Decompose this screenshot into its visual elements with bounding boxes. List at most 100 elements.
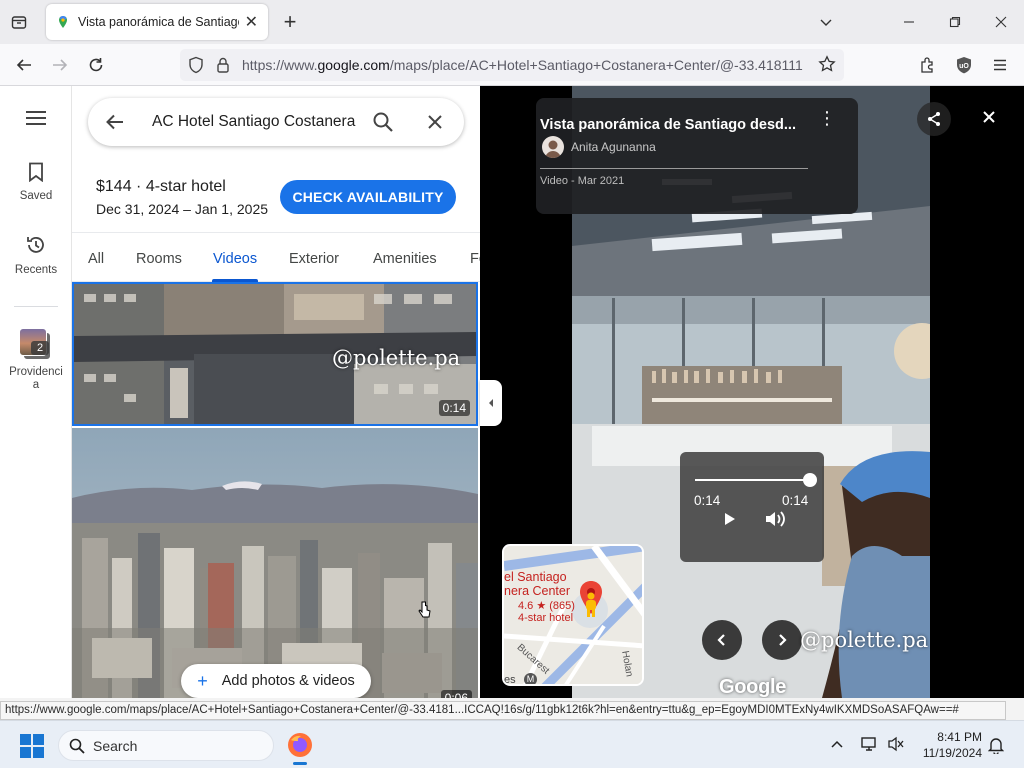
recent-place-thumbnail: 2 — [19, 328, 53, 360]
network-icon[interactable] — [860, 735, 878, 758]
history-icon — [27, 237, 44, 253]
saved-button[interactable]: Saved — [0, 162, 72, 202]
recent-place-providencia[interactable]: 2 Providencia — [0, 328, 72, 392]
bookmark-star-icon[interactable] — [818, 55, 836, 78]
total-time: 0:14 — [782, 493, 809, 508]
search-box[interactable]: AC Hotel Santiago Costanera Center — [88, 98, 464, 146]
progress-knob[interactable] — [803, 473, 817, 487]
more-options-icon[interactable]: ⋮ — [818, 109, 836, 127]
mini-map[interactable]: el Santiago nera Center 4.6 ★ (865) 4-st… — [502, 544, 644, 686]
metro-icon: M — [524, 673, 537, 684]
menu-icon — [26, 111, 46, 125]
previous-video-button[interactable] — [702, 620, 742, 660]
pegman-icon — [584, 592, 598, 623]
browser-nav-bar: https://www.google.com/maps/place/AC+Hot… — [0, 44, 1024, 86]
new-tab-button[interactable]: + — [278, 10, 302, 34]
forward-arrow-icon[interactable] — [46, 51, 74, 79]
add-photos-label: Add photos & videos — [221, 673, 355, 689]
clear-search-close-icon[interactable] — [424, 111, 446, 138]
recents-label: Recents — [14, 264, 58, 276]
progress-track[interactable] — [695, 479, 809, 481]
collapse-caret-icon — [489, 399, 493, 407]
maps-side-rail: Saved Recents 2 Providencia — [0, 86, 72, 698]
hamburger-menu-icon[interactable] — [986, 51, 1014, 79]
browser-tab-bar: Vista panorámica de Santiago d ✕ + — [0, 0, 1024, 44]
tab-rooms[interactable]: Rooms — [136, 251, 182, 267]
notification-bell-icon[interactable] — [987, 736, 1005, 759]
plus-icon: + — [197, 670, 208, 691]
browser-tab-active[interactable]: Vista panorámica de Santiago d ✕ — [46, 4, 268, 40]
tab-amenities[interactable]: Amenities — [373, 251, 437, 267]
tab-list-icon[interactable] — [6, 9, 32, 35]
maps-menu-button[interactable] — [0, 110, 72, 129]
tray-chevron-up-icon[interactable] — [830, 737, 844, 756]
back-arrow-icon[interactable] — [10, 51, 38, 79]
tab-videos[interactable]: Videos — [213, 251, 257, 267]
video-title: Vista panorámica de Santiago desd... — [540, 117, 796, 133]
place-panel: AC Hotel Santiago Costanera Center $144 … — [72, 86, 480, 698]
author-name[interactable]: Anita Agunanna — [571, 140, 656, 154]
close-window-icon[interactable] — [987, 8, 1015, 36]
saved-label: Saved — [19, 190, 53, 202]
tab-overflow-chevron-icon[interactable] — [812, 8, 840, 36]
chevron-left-icon — [717, 634, 725, 646]
video-controls: 0:14 0:14 — [680, 452, 824, 562]
next-video-button[interactable] — [762, 620, 802, 660]
video-duration-2: 0:06 — [440, 690, 472, 698]
search-back-arrow-icon[interactable] — [104, 111, 126, 138]
tab-all[interactable]: All — [88, 251, 104, 267]
mini-map-edge-text: es — [504, 674, 516, 686]
tab-exterior[interactable]: Exterior — [289, 251, 339, 267]
current-time: 0:14 — [694, 493, 721, 508]
taskbar-search[interactable]: Search — [58, 730, 274, 761]
volume-muted-icon[interactable] — [887, 735, 905, 758]
video-watermark: @polette.pa — [332, 346, 461, 370]
recents-button[interactable]: Recents — [0, 234, 72, 276]
firefox-taskbar-icon[interactable] — [287, 732, 313, 765]
minimize-window-icon[interactable] — [895, 8, 923, 36]
search-icon[interactable] — [372, 111, 394, 138]
recent-badge: 2 — [31, 341, 49, 355]
tab-title: Vista panorámica de Santiago d — [78, 15, 239, 29]
windows-start-icon[interactable] — [20, 734, 44, 763]
mini-map-place-line2: nera Center — [504, 584, 571, 598]
play-icon[interactable] — [720, 510, 738, 533]
google-maps-favicon-icon — [56, 15, 70, 29]
author-avatar[interactable] — [542, 136, 564, 158]
extensions-puzzle-icon[interactable] — [914, 51, 942, 79]
google-logo: Google — [719, 676, 787, 698]
video-thumbnail-2[interactable]: 0:06 — [72, 428, 478, 698]
system-clock[interactable]: 8:41 PM 11/19/2024 — [912, 729, 982, 761]
add-photos-videos-button[interactable]: + Add photos & videos — [181, 664, 371, 698]
video-viewer: Vista panorámica de Santiago desd... ⋮ A… — [480, 86, 1024, 698]
link-status-url: https://www.google.com/maps/place/AC+Hot… — [0, 701, 1006, 720]
clock-date: 11/19/2024 — [922, 746, 982, 760]
search-input[interactable]: AC Hotel Santiago Costanera Center — [152, 113, 358, 131]
video-meta: Video - Mar 2021 — [540, 175, 625, 187]
url-text: https://www.google.com/maps/place/AC+Hot… — [242, 57, 803, 73]
price-and-class: $144 · 4-star hotel — [96, 178, 226, 195]
check-availability-button[interactable]: CHECK AVAILABILITY — [280, 180, 456, 214]
tab-food[interactable]: Fo — [470, 251, 480, 267]
tracking-protection-shield-icon[interactable] — [188, 56, 204, 79]
windows-taskbar: Search 8:41 PM 11/19/2024 — [0, 720, 1024, 768]
tab-close-icon[interactable]: ✕ — [245, 12, 258, 32]
photo-category-tabs: All Rooms Videos Exterior Amenities Fo — [72, 232, 480, 282]
video-duration-1: 0:14 — [438, 400, 470, 416]
collapse-panel-button[interactable] — [480, 380, 502, 426]
svg-text:uO: uO — [959, 63, 969, 70]
close-viewer-icon[interactable] — [974, 102, 1004, 132]
video-thumbnail-1[interactable]: @polette.pa 0:14 — [72, 282, 478, 426]
stay-dates[interactable]: Dec 31, 2024 – Jan 1, 2025 — [96, 201, 268, 217]
rail-divider — [14, 306, 58, 307]
maximize-window-icon[interactable] — [941, 8, 969, 36]
ublock-origin-icon[interactable]: uO — [950, 51, 978, 79]
lock-icon[interactable] — [216, 56, 230, 79]
reload-icon[interactable] — [82, 51, 110, 79]
volume-icon[interactable] — [764, 510, 786, 533]
taskbar-search-icon — [69, 738, 85, 759]
mini-map-category: 4-star hotel — [518, 612, 574, 624]
share-icon[interactable] — [917, 102, 951, 136]
video-info-card: Vista panorámica de Santiago desd... ⋮ A… — [536, 98, 858, 214]
address-bar[interactable]: https://www.google.com/maps/place/AC+Hot… — [180, 49, 844, 81]
